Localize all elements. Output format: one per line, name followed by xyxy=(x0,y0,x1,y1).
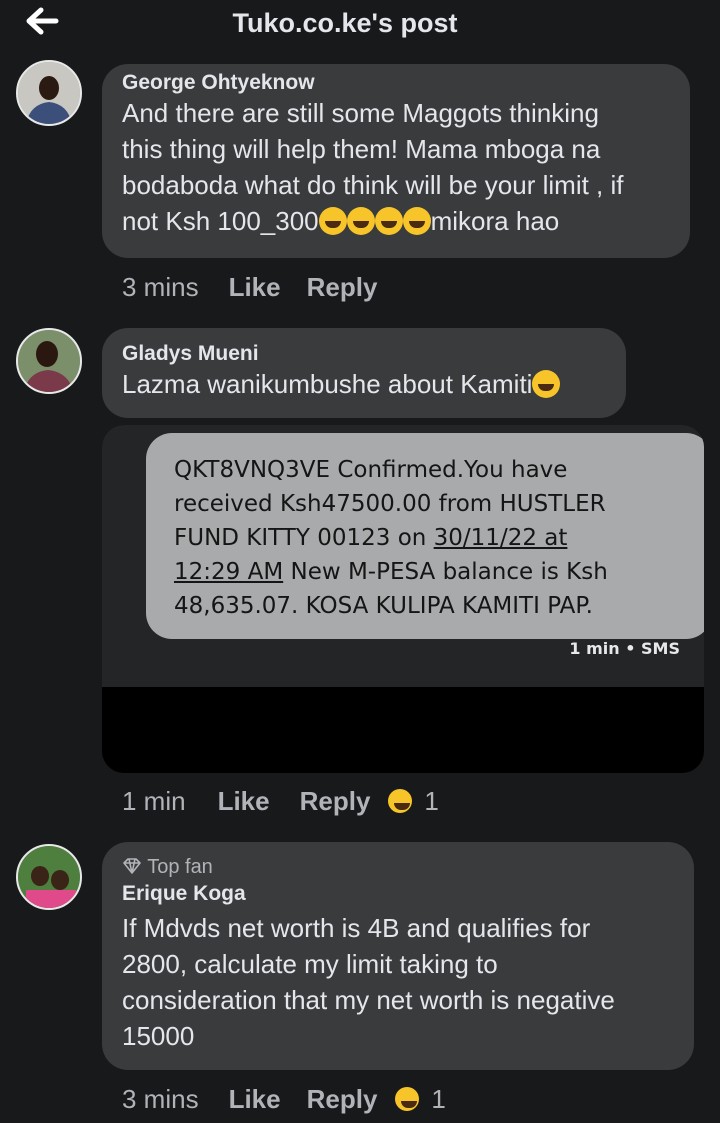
haha-reaction-icon[interactable] xyxy=(395,1087,420,1111)
reply-button[interactable]: Reply xyxy=(307,1084,378,1115)
comment-bubble-erique[interactable]: Top fan Erique Koga If Mdvds net worth i… xyxy=(102,842,694,1070)
avatar-erique[interactable] xyxy=(16,844,82,910)
comment-text: If Mdvds net worth is 4B and qualifies f… xyxy=(122,910,674,1054)
tears-of-joy-emoji-icon xyxy=(374,207,403,235)
comment-author[interactable]: George Ohtyeknow xyxy=(122,71,670,95)
avatar-george[interactable] xyxy=(16,60,82,126)
haha-reaction-icon[interactable] xyxy=(388,789,413,813)
sms-text: FUND KITTY 00123 on xyxy=(174,525,434,551)
comment-bubble-gladys[interactable]: Gladys Mueni Lazma wanikumbushe about Ka… xyxy=(102,328,626,418)
reply-button[interactable]: Reply xyxy=(300,786,371,817)
comment-line: 2800, calculate my limit taking to xyxy=(122,949,498,979)
sms-line: 48,635.07. KOSA KULIPA KAMITI PAP. xyxy=(174,593,593,619)
comment-line-suffix: mikora hao xyxy=(430,206,560,236)
comment-line: not Ksh 100_300 mikora hao xyxy=(122,203,670,239)
comment-line: And there are still some Maggots thinkin… xyxy=(122,98,599,128)
sms-line: 12:29 AM New M-PESA balance is Ksh xyxy=(174,555,696,589)
comment-line: If Mdvds net worth is 4B and qualifies f… xyxy=(122,913,591,943)
profile-photo-gladys xyxy=(18,330,80,392)
comment-author[interactable]: Gladys Mueni xyxy=(122,342,606,366)
sms-text: New M-PESA balance is Ksh xyxy=(283,559,608,585)
reply-button[interactable]: Reply xyxy=(307,272,378,303)
reaction-count[interactable]: 1 xyxy=(424,786,438,817)
comment-actions: 1 min Like Reply 1 xyxy=(122,781,439,821)
sms-timestamp: 1 min • SMS xyxy=(569,639,680,658)
profile-photo-george xyxy=(18,62,80,124)
comment-actions: 3 mins Like Reply xyxy=(122,267,377,307)
avatar-gladys[interactable] xyxy=(16,328,82,394)
top-fan-badge: Top fan xyxy=(122,856,674,882)
top-fan-label: Top fan xyxy=(147,856,213,878)
comment-image-sms[interactable]: QKT8VNQ3VE Confirmed.You have received K… xyxy=(102,425,704,773)
comment-line: 15000 xyxy=(122,1021,195,1051)
like-button[interactable]: Like xyxy=(229,272,281,303)
like-button[interactable]: Like xyxy=(229,1084,281,1115)
comment-text: Lazma wanikumbushe about Kamiti xyxy=(122,366,606,402)
reaction-count[interactable]: 1 xyxy=(431,1084,445,1115)
page-title: Tuko.co.ke's post xyxy=(232,8,458,38)
comment-author[interactable]: Erique Koga xyxy=(122,882,674,906)
sms-time-link: 12:29 AM xyxy=(174,559,284,585)
comment-time[interactable]: 3 mins xyxy=(122,272,199,303)
sms-line: QKT8VNQ3VE Confirmed.You have xyxy=(174,457,568,483)
like-button[interactable]: Like xyxy=(218,786,270,817)
sms-date-link: 30/11/22 at xyxy=(433,525,568,551)
comment-line: consideration that my net worth is negat… xyxy=(122,985,615,1015)
comment-time[interactable]: 3 mins xyxy=(122,1084,199,1115)
top-bar: Tuko.co.ke's post xyxy=(0,0,720,48)
tears-of-joy-emoji-icon xyxy=(402,207,431,235)
sms-line: FUND KITTY 00123 on 30/11/22 at xyxy=(174,521,696,555)
comment-text: And there are still some Maggots thinkin… xyxy=(122,95,670,239)
sms-message-bubble: QKT8VNQ3VE Confirmed.You have received K… xyxy=(146,433,704,639)
profile-photo-erique xyxy=(18,846,80,908)
comment-text-content: Lazma wanikumbushe about Kamiti xyxy=(122,369,533,399)
comment-line: bodaboda what do think will be your limi… xyxy=(122,170,624,200)
comment-time[interactable]: 1 min xyxy=(122,786,186,817)
thinking-face-emoji-icon xyxy=(532,370,561,398)
sms-line: received Ksh47500.00 from HUSTLER xyxy=(174,491,606,517)
tears-of-joy-emoji-icon xyxy=(318,207,347,235)
diamond-icon xyxy=(123,858,141,874)
comment-actions: 3 mins Like Reply 1 xyxy=(122,1079,446,1119)
comment-line-prefix: not Ksh 100_300 xyxy=(122,206,319,236)
comment-bubble-george[interactable]: George Ohtyeknow And there are still som… xyxy=(102,64,690,258)
tears-of-joy-emoji-icon xyxy=(346,207,375,235)
sms-screenshot-area: QKT8VNQ3VE Confirmed.You have received K… xyxy=(102,425,704,687)
comment-line: this thing will help them! Mama mboga na xyxy=(122,134,601,164)
